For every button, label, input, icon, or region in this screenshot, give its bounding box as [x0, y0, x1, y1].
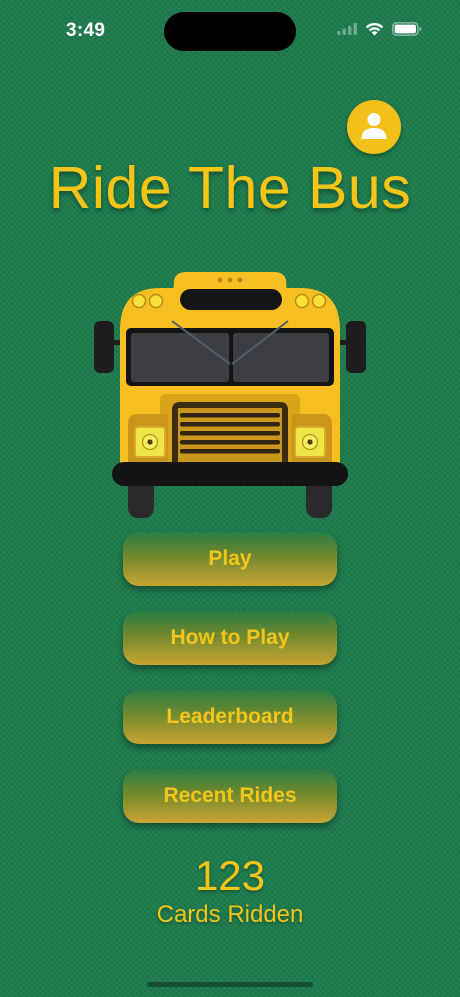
how-to-play-button[interactable]: How to Play — [123, 611, 337, 665]
app-title: Ride The Bus — [48, 155, 412, 221]
battery-icon — [392, 21, 422, 41]
dynamic-island — [164, 12, 296, 51]
wifi-icon — [365, 22, 384, 41]
cards-ridden-label: Cards Ridden — [156, 901, 304, 928]
profile-button[interactable] — [347, 100, 401, 154]
school-bus-illustration — [90, 268, 370, 523]
cellular-signal-icon — [337, 22, 357, 40]
status-bar: 3:49 — [0, 0, 460, 62]
person-icon — [359, 110, 389, 145]
status-time: 3:49 — [66, 20, 106, 41]
home-indicator[interactable] — [147, 982, 313, 987]
leaderboard-button[interactable]: Leaderboard — [123, 690, 337, 744]
play-button[interactable]: Play — [123, 532, 337, 586]
cards-ridden-count: 123 — [194, 852, 266, 899]
recent-rides-button[interactable]: Recent Rides — [123, 769, 337, 823]
status-icons — [337, 21, 422, 41]
